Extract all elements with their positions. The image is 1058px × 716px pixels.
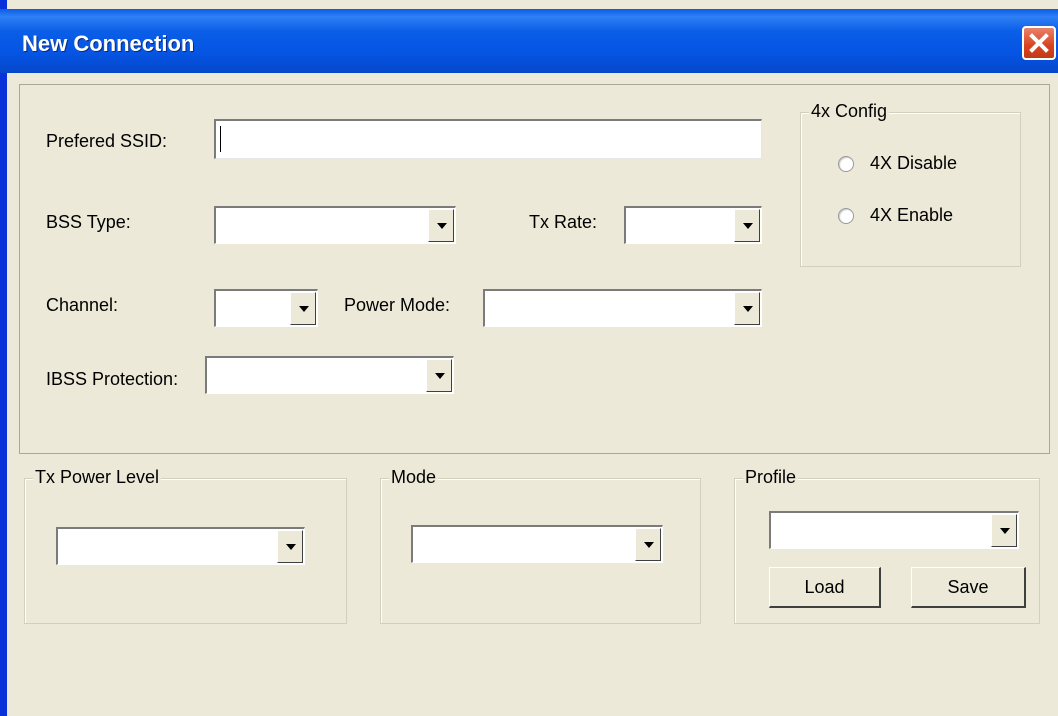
ssid-label: Prefered SSID: [46, 131, 168, 151]
chevron-down-icon [644, 542, 654, 548]
chevron-down-icon [299, 306, 309, 312]
4x-disable-radio[interactable] [838, 156, 854, 172]
dropdown-arrow-button[interactable] [991, 514, 1017, 547]
profile-dropdown[interactable] [769, 511, 1019, 549]
dropdown-arrow-button[interactable] [426, 359, 452, 392]
window-border [0, 0, 7, 716]
load-button[interactable]: Load [769, 567, 881, 608]
dropdown-arrow-button[interactable] [734, 209, 760, 242]
tx-power-level-dropdown[interactable] [56, 527, 305, 565]
channel-label: Channel: [46, 295, 119, 315]
4x-config-group: 4x Config [800, 101, 1021, 267]
mode-dropdown[interactable] [411, 525, 663, 563]
dropdown-arrow-button[interactable] [734, 292, 760, 325]
group-title: Tx Power Level [33, 467, 162, 488]
4x-enable-label[interactable]: 4X Enable [870, 205, 953, 226]
power-mode-label: Power Mode: [344, 295, 451, 315]
dropdown-arrow-button[interactable] [290, 292, 316, 325]
4x-enable-radio[interactable] [838, 208, 854, 224]
chevron-down-icon [437, 223, 447, 229]
ssid-input[interactable] [214, 119, 762, 159]
close-button[interactable] [1022, 26, 1056, 60]
new-connection-window: New Connection Prefered SSID: BSS Type: … [0, 0, 1058, 716]
bss-type-label: BSS Type: [46, 212, 131, 232]
group-title: Mode [389, 467, 439, 488]
chevron-down-icon [435, 373, 445, 379]
chevron-down-icon [286, 544, 296, 550]
ibss-protection-label: IBSS Protection: [46, 369, 179, 389]
chevron-down-icon [1000, 528, 1010, 534]
tx-rate-label: Tx Rate: [529, 212, 598, 232]
text-caret [220, 126, 221, 152]
channel-dropdown[interactable] [214, 289, 318, 327]
tx-rate-dropdown[interactable] [624, 206, 762, 244]
save-button[interactable]: Save [911, 567, 1026, 608]
window-title: New Connection [22, 31, 195, 56]
close-icon [1029, 33, 1049, 53]
chevron-down-icon [743, 306, 753, 312]
dropdown-arrow-button[interactable] [428, 209, 454, 242]
chevron-down-icon [743, 223, 753, 229]
group-title: Profile [743, 467, 799, 488]
dropdown-arrow-button[interactable] [277, 530, 303, 563]
title-bar[interactable]: New Connection [0, 9, 1058, 73]
ibss-protection-dropdown[interactable] [205, 356, 454, 394]
power-mode-dropdown[interactable] [483, 289, 762, 327]
4x-disable-label[interactable]: 4X Disable [870, 153, 957, 174]
dropdown-arrow-button[interactable] [635, 528, 661, 561]
bss-type-dropdown[interactable] [214, 206, 456, 244]
group-title: 4x Config [809, 101, 890, 122]
